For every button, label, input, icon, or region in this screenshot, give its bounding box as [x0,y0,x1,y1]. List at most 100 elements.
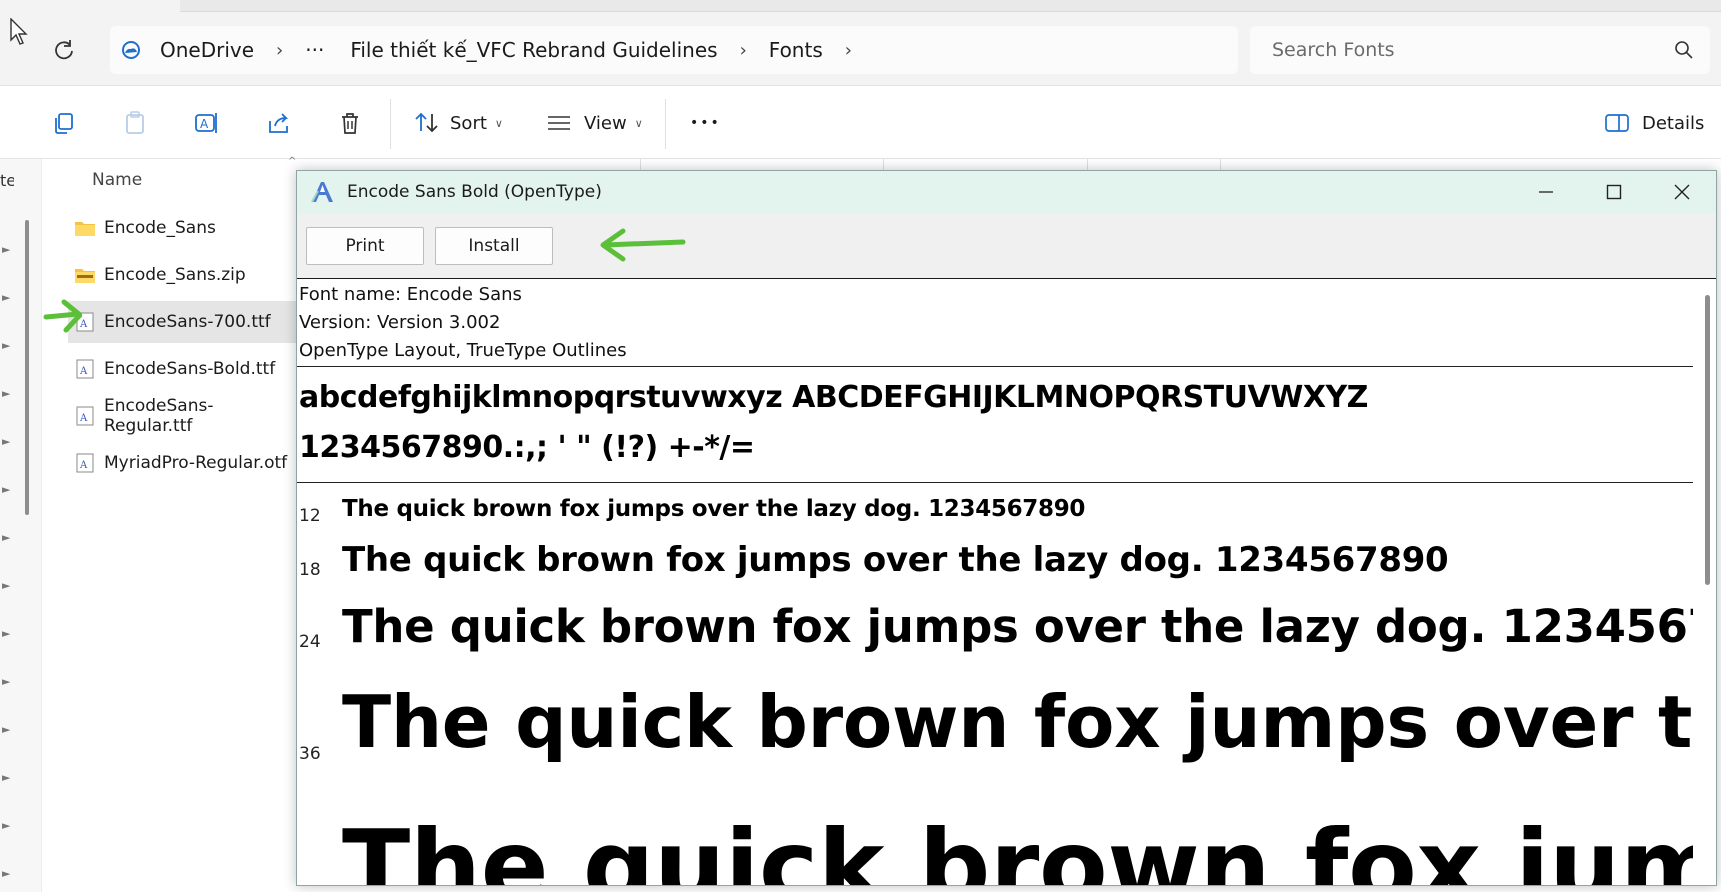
delete-icon[interactable] [336,109,364,137]
list-item[interactable]: Encode_Sans [68,207,300,249]
more-options-button[interactable]: ••• [690,107,721,139]
breadcrumb-fonts[interactable]: Fonts [761,26,831,74]
sample-size-label: 12 [299,506,321,526]
sort-up-icon: ^ [288,156,297,167]
details-button[interactable]: Details [1604,107,1704,139]
pin-icon[interactable]: ► [2,723,14,736]
file-name: EncodeSans-Regular.ttf [104,396,214,436]
pin-icon[interactable]: ► [2,387,14,400]
zip-folder-icon [75,269,95,283]
pin-icon[interactable]: ► [2,435,14,448]
sample-size-label: 36 [299,744,321,764]
list-item[interactable]: A EncodeSans-Regular.ttf [68,395,300,437]
pin-icon[interactable]: ► [2,339,14,352]
sample-text: The quick brown fox jumps over the lazy … [342,808,1693,886]
svg-text:A: A [79,366,88,377]
refresh-button[interactable] [50,36,78,64]
file-name: EncodeSans-700.ttf [104,312,271,332]
preview-scrollbar[interactable] [1705,295,1710,585]
pin-icon[interactable]: ► [2,819,14,832]
share-icon[interactable] [265,109,293,137]
breadcrumb[interactable]: OneDrive › ··· File thiết kế_VFC Rebrand… [110,26,1238,74]
pin-icon[interactable]: ► [2,243,14,256]
details-label: Details [1642,112,1705,134]
close-icon [1674,184,1690,200]
pin-icon[interactable]: ► [2,531,14,544]
pin-icon[interactable]: ► [2,867,14,880]
list-item-selected[interactable]: A EncodeSans-700.ttf [68,301,300,343]
view-label: View [584,112,627,134]
divider [297,482,1693,483]
window-title: Encode Sans Bold (OpenType) [347,182,602,202]
refresh-icon [55,40,73,60]
breadcrumb-ellipsis[interactable]: ··· [297,26,332,74]
list-item[interactable]: A MyriadPro-Regular.otf [68,442,300,484]
chevron-right-icon[interactable]: › [262,40,297,61]
search-input[interactable]: Search Fonts [1250,26,1710,74]
file-name: MyriadPro-Regular.otf [104,453,288,473]
chevron-down-icon: ∨ [634,116,643,130]
pin-icon[interactable]: ► [2,483,14,496]
pin-icon[interactable]: ► [2,579,14,592]
nav-stub-text: te [0,171,14,190]
view-button[interactable]: View ∨ [546,107,643,139]
sample-text: The quick brown fox jumps over the lazy … [342,496,1086,522]
copy-icon[interactable] [50,109,78,137]
onedrive-cloud-icon [122,41,140,59]
maximize-icon [1606,184,1622,200]
font-viewer-app-icon [311,182,333,203]
annotation-arrow-icon [43,299,82,333]
pin-icon[interactable]: ► [2,771,14,784]
pin-icon[interactable]: ► [2,627,14,640]
chevron-down-icon: ∨ [494,116,503,130]
minimize-button[interactable] [1512,171,1580,213]
maximize-button[interactable] [1580,171,1648,213]
window-title-bar[interactable]: Encode Sans Bold (OpenType) [297,171,1716,213]
chevron-right-icon[interactable]: › [726,40,761,61]
version-line: Version: Version 3.002 [299,312,501,333]
command-bar: A Sort ∨ View ∨ ••• Details [0,87,1721,159]
breadcrumb-onedrive[interactable]: OneDrive [152,26,262,74]
sample-size-label: 24 [299,632,321,652]
sample-text: The quick brown fox jumps over the lazy … [342,600,1693,653]
sort-icon [415,112,438,133]
close-button[interactable] [1648,171,1716,213]
font-file-icon: A [76,406,94,426]
sample-text: The quick brown fox jumps over the lazy … [342,680,1693,764]
chevron-right-icon[interactable]: › [831,40,866,61]
font-name-line: Font name: Encode Sans [299,284,522,305]
pin-icon[interactable]: ► [2,675,14,688]
font-file-icon: A [76,453,94,473]
view-list-icon [548,116,570,130]
svg-text:A: A [79,413,88,424]
folder-icon [75,222,95,236]
list-item[interactable]: A EncodeSans-Bold.ttf [68,348,300,390]
install-button[interactable]: Install [435,227,553,265]
navigation-pane: te ► ► ► ► ► ► ► ► ► ► ► ► ► ► [0,159,42,892]
font-preview-area: Font name: Encode Sans Version: Version … [297,280,1693,886]
column-header-name[interactable]: Name [92,170,142,190]
print-button[interactable]: Print [306,227,424,265]
sort-button[interactable]: Sort ∨ [414,107,503,139]
file-name: Encode_Sans.zip [104,265,246,285]
file-name: Encode_Sans [104,218,216,238]
nav-scrollbar[interactable] [25,220,29,515]
layout-line: OpenType Layout, TrueType Outlines [299,340,627,361]
font-viewer-window: Encode Sans Bold (OpenType) Print Instal… [296,170,1717,886]
breadcrumb-folder[interactable]: File thiết kế_VFC Rebrand Guidelines [332,26,725,74]
pin-icon[interactable]: ► [2,291,14,304]
annotation-arrow-icon [600,228,686,262]
tab-strip [180,0,1721,12]
charset-letters: abcdefghijklmnopqrstuvwxyz ABCDEFGHIJKLM… [299,380,1368,415]
font-file-icon: A [76,359,94,379]
details-pane-icon [1605,114,1629,132]
paste-icon[interactable] [121,109,149,137]
search-icon [1675,41,1693,59]
file-name: EncodeSans-Bold.ttf [104,359,276,379]
rename-icon[interactable]: A [193,109,221,137]
sort-label: Sort [450,112,487,134]
list-item[interactable]: Encode_Sans.zip [68,254,300,296]
mouse-cursor-icon [10,18,28,45]
toolbar-separator [665,99,666,149]
sample-text: The quick brown fox jumps over the lazy … [342,540,1449,580]
